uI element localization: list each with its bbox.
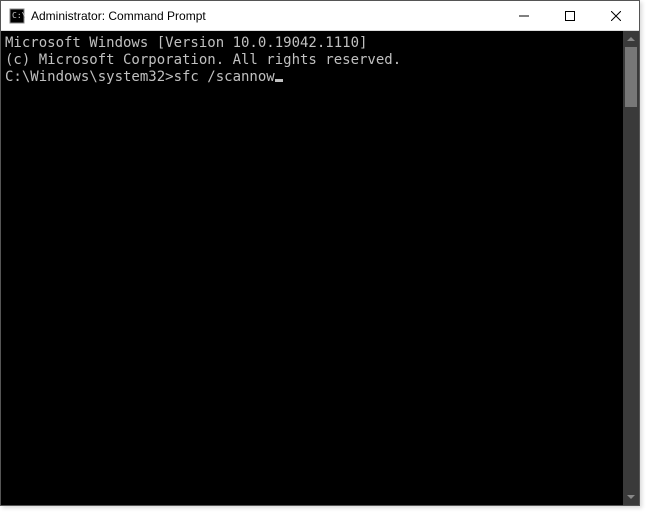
prompt-line: C:\Windows\system32>sfc /scannow — [5, 69, 619, 86]
vertical-scrollbar[interactable] — [623, 31, 639, 505]
window-title: Administrator: Command Prompt — [31, 9, 206, 23]
maximize-button[interactable] — [547, 1, 593, 30]
minimize-button[interactable] — [501, 1, 547, 30]
copyright-line: (c) Microsoft Corporation. All rights re… — [5, 52, 619, 69]
close-button[interactable] — [593, 1, 639, 30]
scrollbar-up-icon[interactable] — [623, 31, 639, 47]
scrollbar-down-icon[interactable] — [623, 489, 639, 505]
version-line: Microsoft Windows [Version 10.0.19042.11… — [5, 35, 619, 52]
prompt-text: C:\Windows\system32> — [5, 69, 174, 85]
titlebar[interactable]: C:\ Administrator: Command Prompt — [1, 1, 639, 31]
terminal-area: Microsoft Windows [Version 10.0.19042.11… — [1, 31, 639, 505]
window-controls — [501, 1, 639, 30]
terminal-output[interactable]: Microsoft Windows [Version 10.0.19042.11… — [1, 31, 623, 505]
cursor — [275, 79, 283, 82]
svg-text:C:\: C:\ — [12, 11, 25, 20]
command-text: sfc /scannow — [174, 69, 275, 85]
cmd-icon: C:\ — [9, 8, 25, 24]
command-prompt-window: C:\ Administrator: Command Prompt Micros… — [0, 0, 640, 506]
scrollbar-thumb[interactable] — [625, 47, 637, 107]
